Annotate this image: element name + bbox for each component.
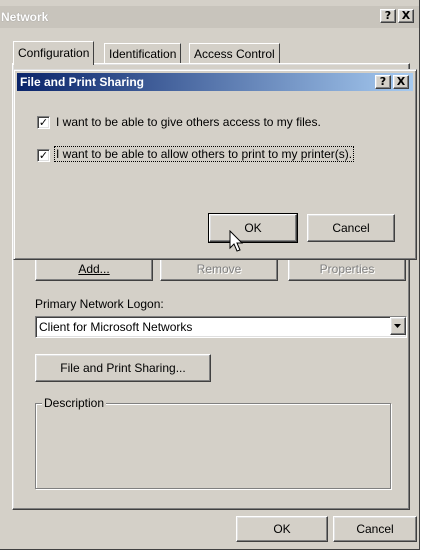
close-button[interactable]: X	[398, 9, 414, 23]
network-title-bar[interactable]: Network ? X	[0, 6, 419, 28]
dialog-help-button[interactable]: ?	[375, 75, 391, 89]
mouse-cursor-icon	[229, 230, 244, 252]
primary-logon-select[interactable]: Client for Microsoft Networks	[35, 316, 407, 338]
window-title: Network	[1, 10, 49, 24]
tab-access-control[interactable]: Access Control	[189, 43, 280, 63]
share-printers-checkbox[interactable]: ✓	[37, 149, 50, 162]
primary-logon-value: Client for Microsoft Networks	[39, 320, 193, 334]
dialog-close-button[interactable]: X	[393, 75, 409, 89]
share-files-checkbox[interactable]: ✓	[37, 116, 50, 129]
dialog-cancel-button[interactable]: Cancel	[307, 214, 395, 242]
share-printers-label[interactable]: I want to be able to allow others to pri…	[53, 146, 355, 162]
dialog-title: File and Print Sharing	[20, 75, 145, 89]
chevron-down-icon	[394, 324, 401, 328]
tab-identification[interactable]: Identification	[104, 43, 182, 63]
dropdown-button[interactable]	[390, 317, 406, 335]
dialog-ok-button[interactable]: OK	[208, 213, 298, 243]
remove-button[interactable]: Remove	[160, 257, 278, 281]
share-files-label[interactable]: I want to be able to give others access …	[56, 115, 321, 129]
cancel-button[interactable]: Cancel	[333, 516, 417, 542]
properties-button[interactable]: Properties	[288, 257, 406, 281]
primary-logon-label: Primary Network Logon:	[35, 297, 164, 311]
description-label: Description	[42, 396, 107, 410]
file-print-sharing-button[interactable]: File and Print Sharing...	[35, 354, 211, 382]
file-print-sharing-dialog: File and Print Sharing ? X ✓ I want to b…	[13, 69, 417, 260]
tab-configuration[interactable]: Configuration	[13, 41, 95, 65]
add-button[interactable]: Add...	[35, 257, 153, 281]
help-button[interactable]: ?	[380, 9, 396, 23]
dialog-title-bar[interactable]: File and Print Sharing ? X	[17, 73, 413, 91]
description-groupbox: Description	[35, 396, 391, 489]
ok-button[interactable]: OK	[236, 516, 328, 542]
